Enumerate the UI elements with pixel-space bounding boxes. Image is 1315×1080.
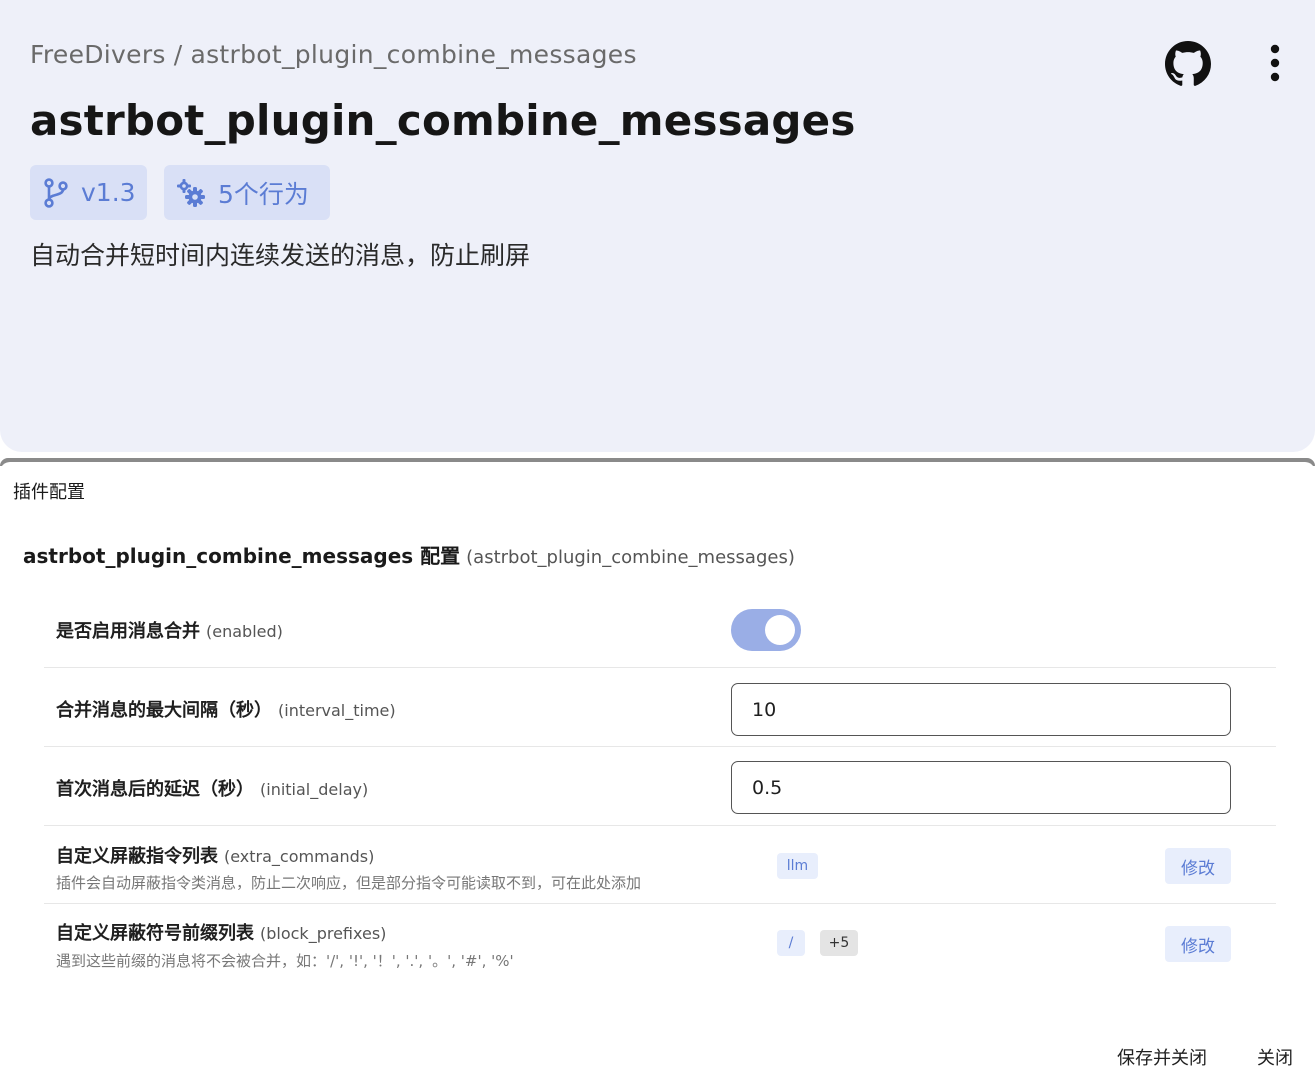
field-key: (enabled) — [206, 622, 283, 641]
field-label-extra-commands: 自定义屏蔽指令列表 (extra_commands) — [56, 842, 374, 868]
enabled-toggle[interactable] — [731, 609, 801, 651]
field-key: (interval_time) — [278, 701, 396, 720]
initial-delay-input[interactable] — [731, 761, 1231, 814]
prefix-tag: / — [777, 930, 805, 956]
field-label-initial-delay: 首次消息后的延迟（秒） (initial_delay) — [56, 775, 368, 801]
field-label-text: 合并消息的最大间隔（秒） — [56, 700, 272, 721]
field-key: (block_prefixes) — [260, 924, 387, 943]
field-label-block-prefixes: 自定义屏蔽符号前缀列表 (block_prefixes) — [56, 919, 386, 945]
plugin-config-dialog: 插件配置 astrbot_plugin_combine_messages 配置(… — [0, 462, 1315, 1080]
more-tags-badge[interactable]: +5 — [820, 930, 858, 956]
config-row-enabled: 是否启用消息合并 (enabled) — [44, 590, 1276, 668]
gears-icon — [177, 178, 205, 207]
breadcrumb: FreeDivers / astrbot_plugin_combine_messag… — [30, 40, 637, 69]
field-label-text: 首次消息后的延迟（秒） — [56, 779, 254, 800]
github-icon[interactable] — [1165, 41, 1211, 87]
field-key: (initial_delay) — [260, 780, 369, 799]
version-label: v1.3 — [81, 178, 136, 207]
breadcrumb-repo[interactable]: astrbot_plugin_combine_messages — [190, 40, 636, 69]
config-title: astrbot_plugin_combine_messages 配置 — [23, 544, 461, 568]
breadcrumb-owner[interactable]: FreeDivers — [30, 40, 166, 69]
dialog-title: 插件配置 — [13, 482, 85, 503]
plugin-title: astrbot_plugin_combine_messages — [30, 96, 856, 145]
close-button[interactable]: 关闭 — [1257, 1044, 1293, 1070]
field-hint-block-prefixes: 遇到这些前缀的消息将不会被合并，如：'/', '!', '！', '.', '。… — [56, 952, 514, 970]
config-key: (astrbot_plugin_combine_messages) — [466, 547, 795, 568]
config-heading: astrbot_plugin_combine_messages 配置 (astrb… — [23, 540, 795, 569]
plugin-header-card: FreeDivers / astrbot_plugin_combine_messag… — [0, 0, 1315, 452]
actions-label: 5个行为 — [218, 179, 309, 209]
toggle-knob — [765, 615, 795, 645]
branch-icon — [44, 177, 68, 208]
command-tag: llm — [777, 853, 818, 879]
config-row-block-prefixes: 自定义屏蔽符号前缀列表 (block_prefixes) 遇到这些前缀的消息将不会… — [44, 904, 1276, 982]
more-vertical-icon[interactable] — [1258, 43, 1292, 83]
field-key: (extra_commands) — [224, 847, 375, 866]
interval-time-input[interactable] — [731, 683, 1231, 736]
edit-block-prefixes-button[interactable]: 修改 — [1165, 926, 1231, 962]
version-chip[interactable]: v1.3 — [30, 165, 147, 220]
config-row-extra-commands: 自定义屏蔽指令列表 (extra_commands) 插件会自动屏蔽指令类消息，防… — [44, 826, 1276, 904]
field-label-enabled: 是否启用消息合并 (enabled) — [56, 617, 283, 643]
plugin-description: 自动合并短时间内连续发送的消息，防止刷屏 — [30, 241, 531, 270]
field-label-text: 是否启用消息合并 — [56, 621, 200, 642]
field-label-text: 自定义屏蔽符号前缀列表 — [56, 923, 254, 944]
save-and-close-button[interactable]: 保存并关闭 — [1117, 1044, 1207, 1070]
field-label-text: 自定义屏蔽指令列表 — [56, 846, 218, 867]
field-hint-extra-commands: 插件会自动屏蔽指令类消息，防止二次响应，但是部分指令可能读取不到，可在此处添加 — [56, 874, 642, 892]
actions-chip[interactable]: 5个行为 — [164, 165, 330, 220]
edit-extra-commands-button[interactable]: 修改 — [1165, 848, 1231, 884]
breadcrumb-separator: / — [173, 40, 183, 69]
field-label-interval-time: 合并消息的最大间隔（秒） (interval_time) — [56, 696, 396, 722]
